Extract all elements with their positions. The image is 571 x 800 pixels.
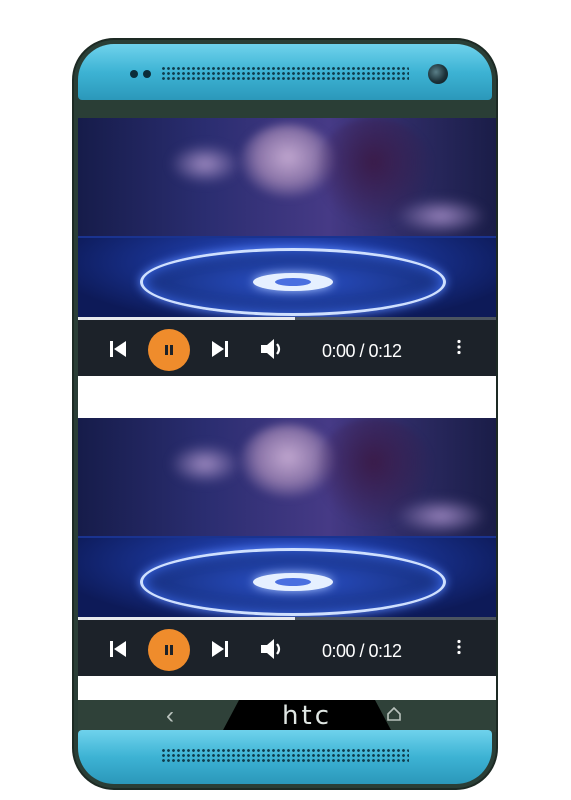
pause-button[interactable] [148,629,190,671]
video-poster[interactable] [78,418,496,617]
pause-icon [165,345,173,355]
pause-button[interactable] [148,329,190,371]
pause-icon [165,645,173,655]
player-controls: 0:00 / 0:12 [78,617,496,676]
brand-badge: htc [222,700,392,732]
home-icon [387,706,401,721]
skip-previous-button[interactable] [106,337,130,361]
skip-next-icon [212,341,228,357]
phone-frame: 0:00 / 0:12 0:00 / 0:12 ‹ htc [72,38,498,790]
more-options-button[interactable] [450,635,468,659]
video-player[interactable]: 0:00 / 0:12 [78,418,496,676]
video-player[interactable]: 0:00 / 0:12 [78,118,496,376]
brand-logo: htc [282,701,332,731]
skip-next-icon [212,641,228,657]
skip-previous-icon [110,641,126,657]
time-display: 0:00 / 0:12 [322,641,402,661]
bottom-speaker [161,748,409,764]
more-vertical-icon [457,639,461,655]
chevron-left-icon: ‹ [166,702,174,729]
screen: 0:00 / 0:12 0:00 / 0:12 [78,118,496,700]
progress-fill [78,617,296,620]
skip-previous-icon [110,341,126,357]
volume-button[interactable] [258,335,286,363]
skip-previous-button[interactable] [106,637,130,661]
volume-button[interactable] [258,635,286,663]
sensor-dots [130,70,151,78]
skip-next-button[interactable] [208,337,232,361]
android-nav-bar: ‹ htc [78,700,496,732]
back-button[interactable]: ‹ [166,702,174,730]
more-options-button[interactable] [450,335,468,359]
progress-fill [78,317,296,320]
progress-bar[interactable] [78,617,496,620]
front-camera-icon [428,64,448,84]
skip-next-button[interactable] [208,637,232,661]
progress-bar[interactable] [78,317,496,320]
bottom-bezel [78,730,492,784]
volume-icon [261,339,281,359]
home-button[interactable] [386,706,402,727]
player-controls: 0:00 / 0:12 [78,317,496,376]
video-poster[interactable] [78,118,496,317]
time-display: 0:00 / 0:12 [322,341,402,361]
top-bezel [78,44,492,100]
volume-icon [261,639,281,659]
more-vertical-icon [457,339,461,355]
earpiece-speaker [161,66,409,82]
